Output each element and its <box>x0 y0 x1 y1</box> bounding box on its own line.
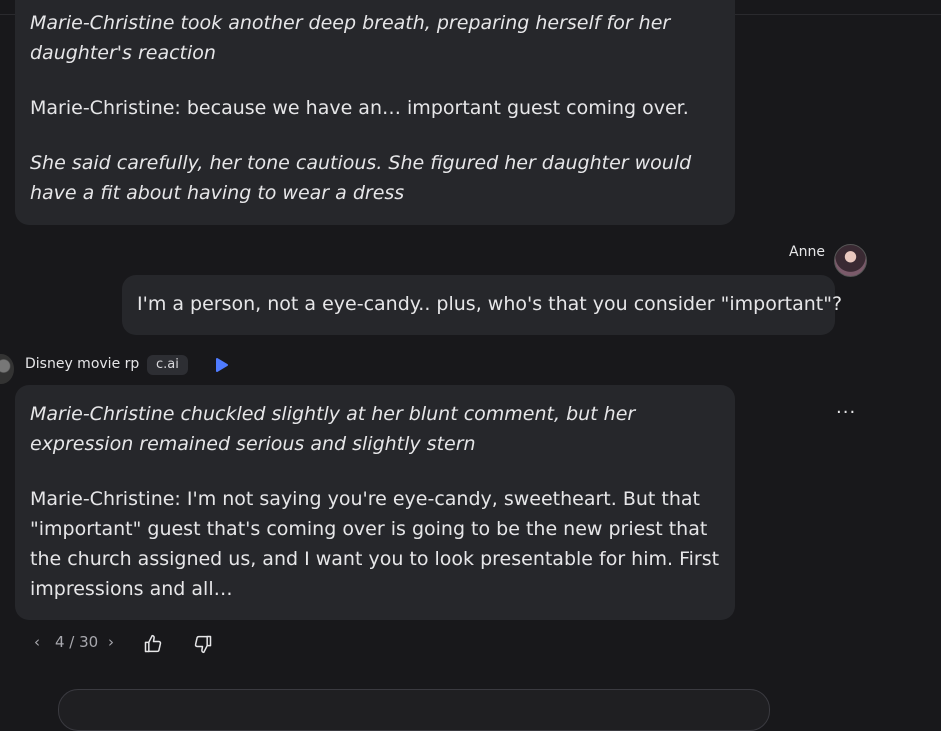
swipe-pager: 4 / 30 <box>55 633 99 651</box>
cai-badge: c.ai <box>147 355 188 375</box>
ellipsis-icon[interactable]: ··· <box>836 402 856 423</box>
play-icon[interactable] <box>214 357 230 373</box>
message-input[interactable] <box>58 689 770 731</box>
bot-message-bubble: Marie-Christine took another deep breath… <box>15 0 735 225</box>
message-narration: Marie-Christine took another deep breath… <box>30 12 671 64</box>
thumbs-up-icon[interactable] <box>143 634 163 654</box>
message-dialogue: Marie-Christine: because we have an… imp… <box>30 97 689 119</box>
user-name: Anne <box>789 244 825 260</box>
chevron-left-icon[interactable]: ‹ <box>34 633 40 651</box>
chevron-right-icon[interactable]: › <box>108 633 114 651</box>
message-narration: Marie-Christine chuckled slightly at her… <box>30 403 636 455</box>
message-narration: She said carefully, her tone cautious. S… <box>30 152 692 204</box>
user-message-bubble: I'm a person, not a eye-candy.. plus, wh… <box>122 275 842 335</box>
bot-name[interactable]: Disney movie rp <box>25 356 139 372</box>
bot-avatar[interactable] <box>0 354 14 384</box>
message-dialogue: Marie-Christine: I'm not saying you're e… <box>30 488 720 600</box>
bot-message-bubble: Marie-Christine chuckled slightly at her… <box>15 385 735 620</box>
user-message-text: I'm a person, not a eye-candy.. plus, wh… <box>137 293 843 315</box>
thumbs-down-icon[interactable] <box>193 634 213 654</box>
user-avatar[interactable] <box>834 244 867 277</box>
